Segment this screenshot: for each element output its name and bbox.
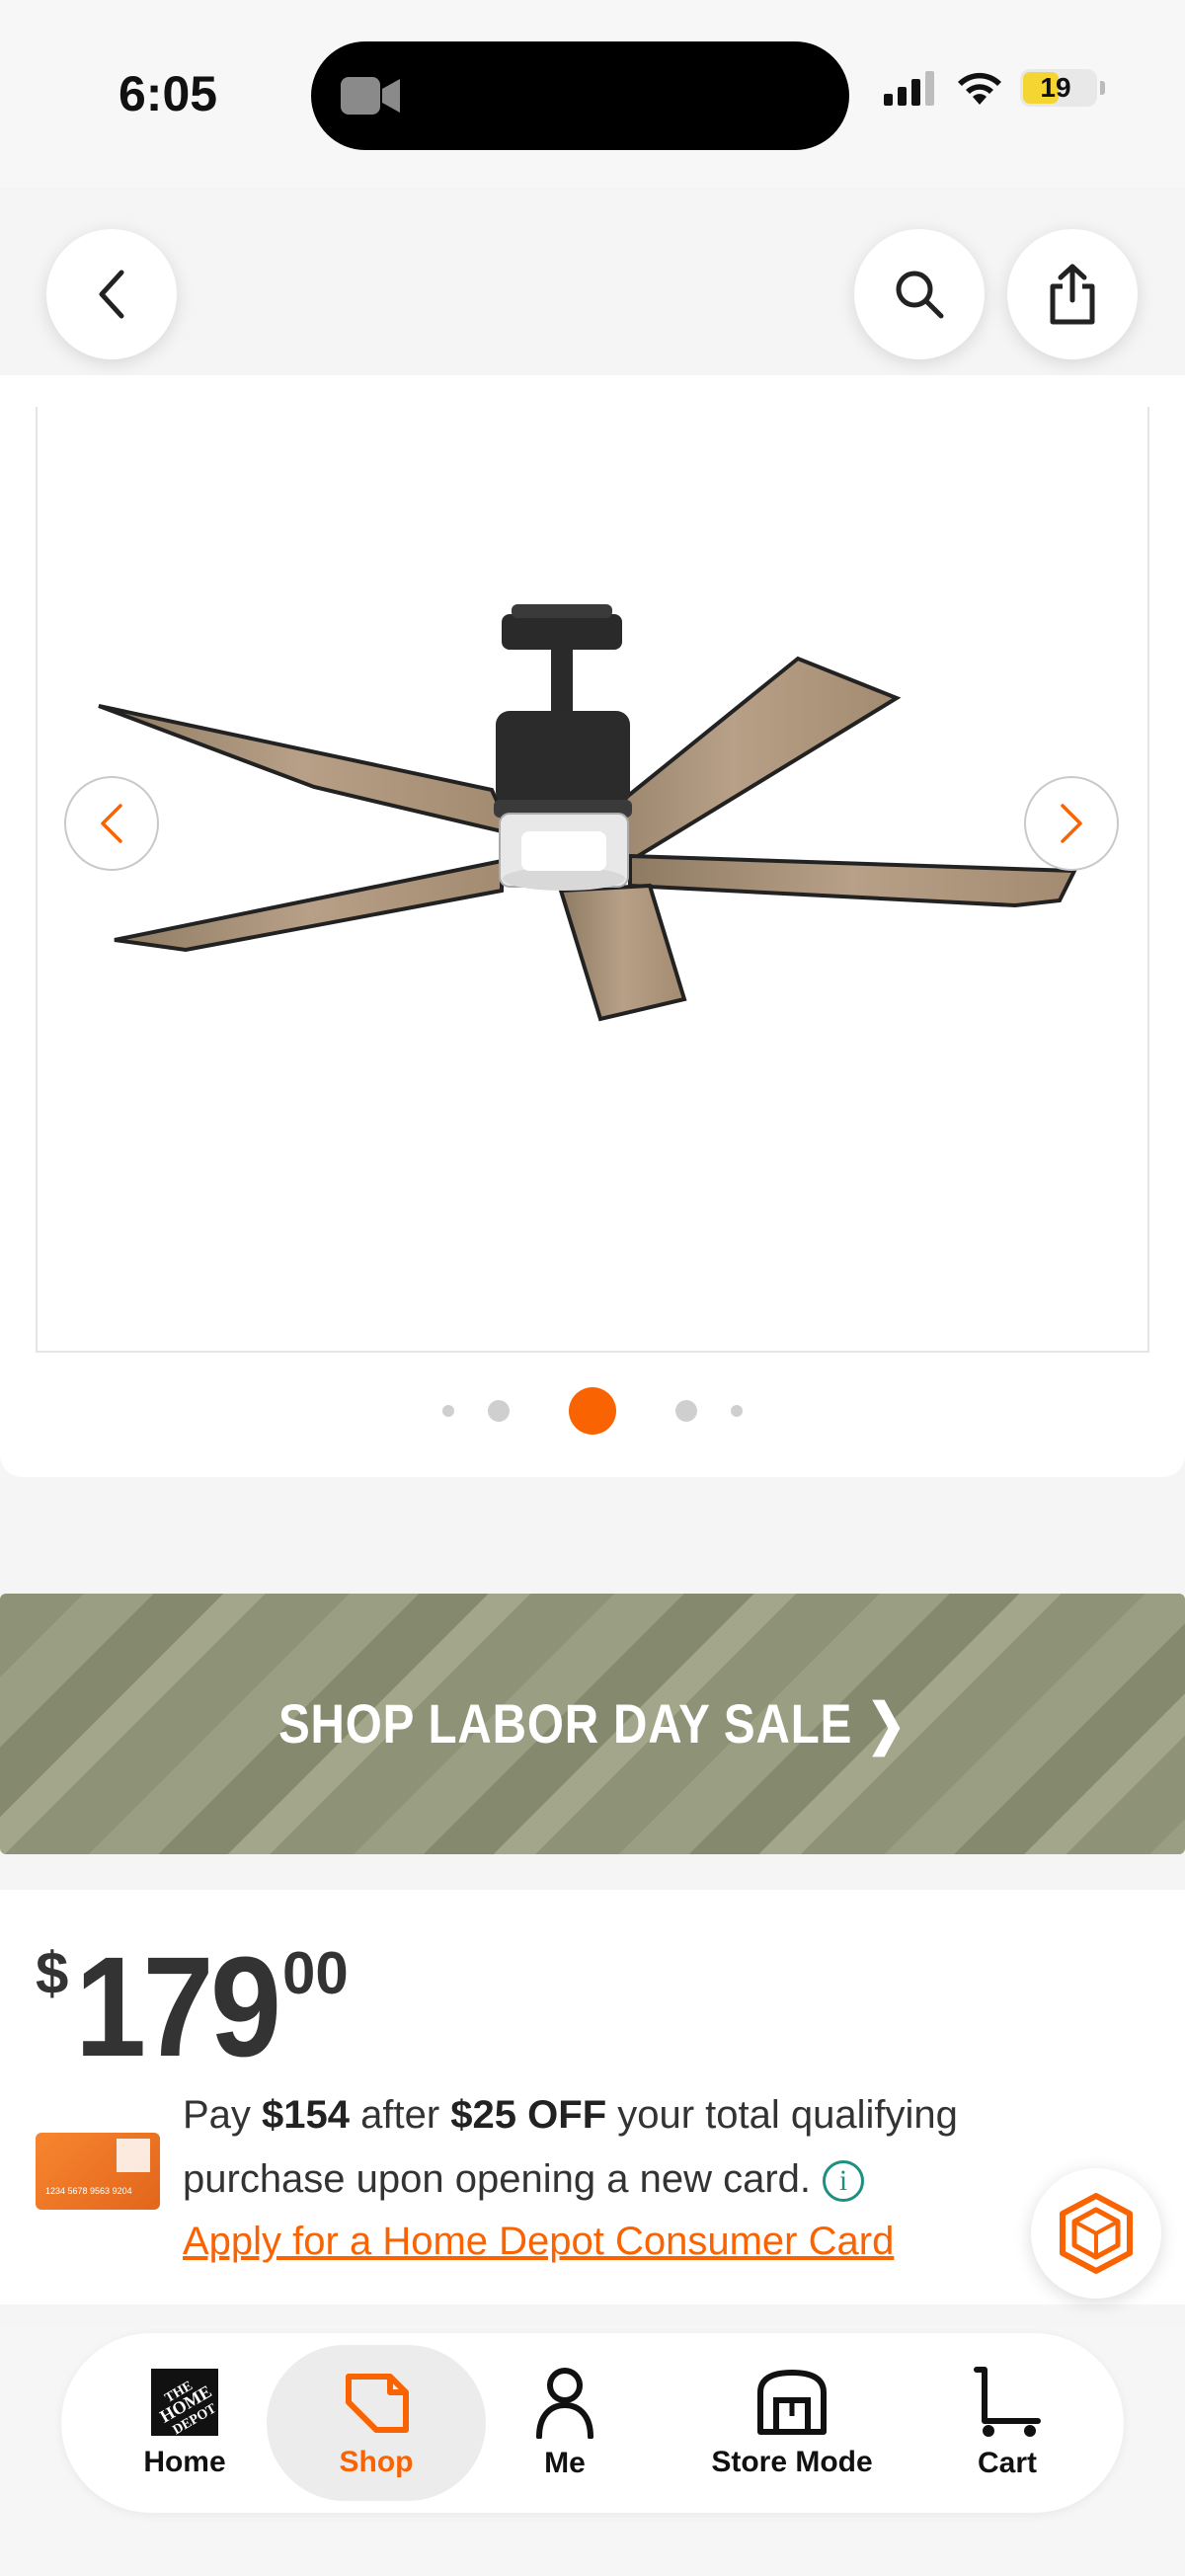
dynamic-island xyxy=(311,41,849,150)
pagination-dot[interactable] xyxy=(442,1405,454,1417)
pagination-dot-active[interactable] xyxy=(569,1387,616,1435)
chevron-right-icon xyxy=(1061,804,1082,843)
search-button[interactable] xyxy=(854,229,985,359)
share-icon xyxy=(1050,264,1095,325)
image-pagination-dots xyxy=(0,1387,1185,1435)
store-icon xyxy=(757,2370,827,2435)
pagination-dot[interactable] xyxy=(488,1400,510,1422)
share-button[interactable] xyxy=(1007,229,1138,359)
ceiling-fan-image xyxy=(98,604,1078,1022)
shop-bag-icon xyxy=(346,2374,409,2433)
pagination-dot[interactable] xyxy=(675,1400,697,1422)
person-icon xyxy=(536,2368,593,2439)
battery-level: 19 xyxy=(1040,72,1071,103)
cart-icon xyxy=(974,2367,1041,2437)
offer-discount: $25 OFF xyxy=(450,2093,607,2137)
price-cents: 00 xyxy=(282,1940,349,2006)
product-gallery xyxy=(0,375,1185,1477)
home-depot-logo xyxy=(117,2139,150,2172)
price-whole: 179 xyxy=(75,1927,281,2086)
offer-after: after xyxy=(350,2093,451,2137)
apply-card-link-text: Apply for a Home Depot Consumer Card xyxy=(183,2220,895,2263)
pagination-dot[interactable] xyxy=(731,1405,743,1417)
credit-card-image: 1234 5678 9563 9204 xyxy=(36,2133,160,2210)
card-number: 1234 5678 9563 9204 xyxy=(45,2186,132,2196)
tab-store-mode[interactable]: Store Mode xyxy=(693,2333,891,2513)
tab-store-mode-label: Store Mode xyxy=(711,2446,873,2478)
hexagon-assistant-icon xyxy=(1060,2193,1133,2274)
tab-cart[interactable]: Cart xyxy=(958,2333,1057,2513)
previous-image-button[interactable] xyxy=(64,776,159,871)
wifi-icon xyxy=(958,72,1001,105)
card-offer-text: Pay $154 after $25 OFF your total qualif… xyxy=(183,2083,1032,2212)
search-icon xyxy=(896,271,944,319)
tab-me-label: Me xyxy=(544,2447,586,2479)
tab-shop[interactable]: Shop xyxy=(312,2333,440,2513)
info-icon[interactable]: i xyxy=(823,2160,865,2203)
status-icons: 19 xyxy=(884,69,1105,107)
tab-me[interactable]: Me xyxy=(525,2333,604,2513)
status-bar: 6:05 19 xyxy=(0,0,1185,188)
promo-banner-label: SHOP LABOR DAY SALE ❯ xyxy=(277,1692,908,1755)
product-image[interactable] xyxy=(36,407,1149,1353)
chat-assistant-button[interactable] xyxy=(1031,2168,1161,2299)
bottom-tab-bar: THE HOME DEPOT Home Shop Me Store Mode C… xyxy=(61,2333,1124,2513)
cellular-signal-icon xyxy=(884,71,934,106)
next-image-button[interactable] xyxy=(1024,776,1119,871)
offer-pay-prefix: Pay xyxy=(183,2093,263,2137)
tab-home-label: Home xyxy=(143,2446,226,2478)
offer-pay-amount: $154 xyxy=(262,2093,351,2137)
video-camera-icon xyxy=(341,77,400,115)
back-button[interactable] xyxy=(46,229,177,359)
tab-home[interactable]: THE HOME DEPOT Home xyxy=(120,2333,249,2513)
apply-card-link[interactable]: Apply for a Home Depot Consumer Card xyxy=(183,2220,894,2264)
labor-day-sale-banner[interactable]: SHOP LABOR DAY SALE ❯ xyxy=(0,1594,1185,1854)
chevron-left-icon xyxy=(101,804,122,843)
battery-indicator: 19 xyxy=(1020,69,1105,107)
home-depot-logo-icon: THE HOME DEPOT xyxy=(151,2369,219,2438)
status-time: 6:05 xyxy=(118,66,218,121)
battery-tip xyxy=(1100,81,1105,95)
tab-cart-label: Cart xyxy=(977,2447,1037,2479)
tab-shop-label: Shop xyxy=(339,2446,414,2478)
price-currency: $ xyxy=(36,1940,69,2006)
chevron-left-icon xyxy=(99,270,124,319)
